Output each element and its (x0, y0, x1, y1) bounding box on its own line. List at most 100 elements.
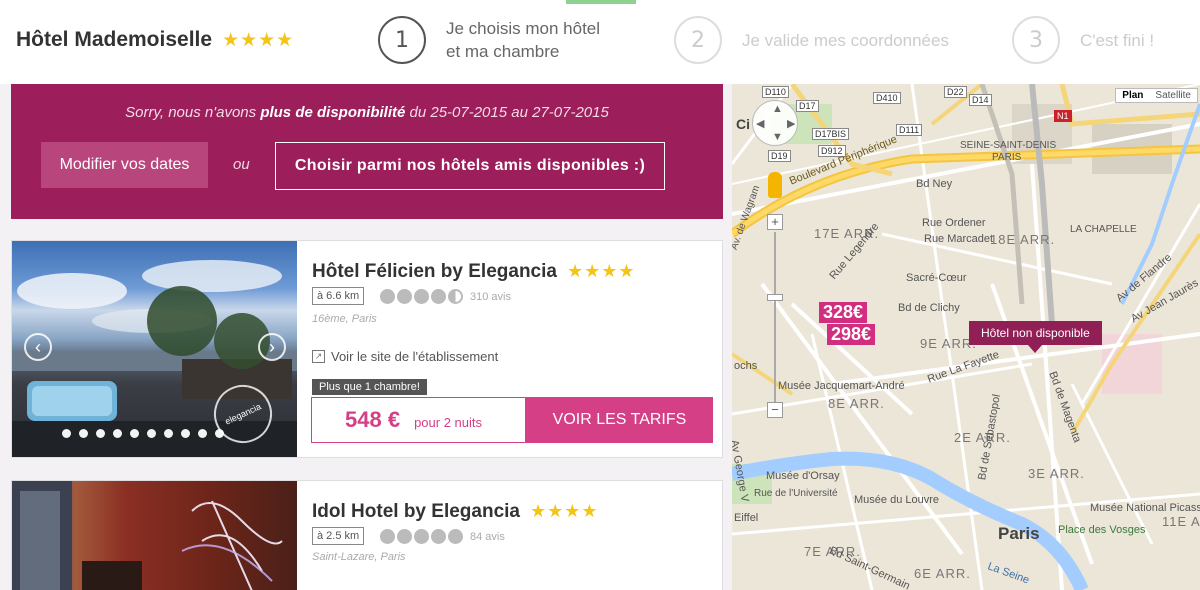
hotel-card-name[interactable]: Idol Hotel by Elegancia (312, 501, 520, 522)
map-label: 18E ARR. (990, 232, 1056, 247)
carousel-dot[interactable] (164, 429, 173, 438)
map-label: Musée du Louvre (854, 494, 939, 506)
carousel-dot[interactable] (62, 429, 71, 438)
carousel-dot[interactable] (130, 429, 139, 438)
rating-bubble (414, 289, 429, 304)
rating-bubble-half (448, 289, 463, 304)
pan-down-icon[interactable]: ▼ (772, 131, 783, 143)
step-2-label: Je valide mes coordonnées (742, 30, 949, 50)
hotel-card: ‹ › elegancia Hôtel Félicien by Eleganci… (11, 240, 723, 458)
hotel-card-name[interactable]: Hôtel Félicien by Elegancia (312, 261, 557, 282)
pin-tail (1028, 345, 1042, 353)
rating-bubble (414, 529, 429, 544)
tripadvisor-rating: 310 avis (380, 289, 511, 304)
hotel-name: Hôtel Mademoiselle (16, 28, 213, 51)
neon-room-photo (12, 481, 283, 590)
rating-bubble (431, 289, 446, 304)
map-label: PARIS (992, 152, 1022, 163)
hotel-location: Saint-Lazare, Paris (312, 551, 406, 563)
review-count[interactable]: 310 avis (470, 291, 511, 303)
map-label: Bd Ney (916, 178, 953, 190)
or-label: ou (233, 156, 250, 173)
carousel-dot[interactable] (181, 429, 190, 438)
modify-dates-button[interactable]: Modifier vos dates (41, 142, 208, 188)
map-label: SEINE-SAINT-DENIS (960, 140, 1057, 151)
step-1-number: 1 (378, 16, 426, 64)
distance-badge: à 6.6 km (312, 287, 365, 305)
road-badge: D14 (969, 94, 992, 106)
map-label: Sacré-Cœur (906, 272, 967, 284)
map-price-pin[interactable]: 328€ (819, 302, 868, 323)
price-box: 548 € pour 2 nuits (311, 397, 526, 443)
road-badge: D22 (944, 86, 967, 98)
step-1-label: Je choisis mon hôtel et ma chambre (446, 17, 646, 63)
prev-photo-button[interactable]: ‹ (24, 333, 52, 361)
carousel-dot[interactable] (198, 429, 207, 438)
carousel-dot[interactable] (113, 429, 122, 438)
active-step-indicator (566, 0, 636, 4)
map-label: ochs (734, 360, 758, 372)
see-rates-button[interactable]: VOIR LES TARIFS (526, 397, 713, 443)
zoom-in-button[interactable]: + (767, 214, 783, 230)
carousel-dots (62, 429, 224, 438)
hotel-location: 16ème, Paris (312, 313, 377, 325)
carousel-dot[interactable] (79, 429, 88, 438)
map-plan-button[interactable]: Plan (1116, 89, 1149, 102)
review-count[interactable]: 84 avis (470, 531, 505, 543)
zoom-thumb[interactable] (767, 294, 783, 301)
zoom-track[interactable] (774, 232, 776, 402)
next-photo-button[interactable]: › (258, 333, 286, 361)
map-label: Rue Ordener (922, 217, 986, 229)
pan-up-icon[interactable]: ▲ (772, 103, 783, 115)
pan-control[interactable]: ▲ ▼ ◀ ▶ (752, 100, 798, 146)
road-badge: N1 (1054, 110, 1072, 122)
unavailable-hotel-pin[interactable]: Hôtel non disponible (969, 321, 1102, 345)
step-3-label: C'est fini ! (1080, 30, 1155, 50)
pan-left-icon[interactable]: ◀ (756, 117, 764, 130)
friend-hotels-button[interactable]: Choisir parmi nos hôtels amis disponible… (275, 142, 665, 190)
pan-right-icon[interactable]: ▶ (787, 117, 795, 130)
hotel-site-link-label: Voir le site de l'établissement (331, 349, 499, 364)
rating-bubble (431, 529, 446, 544)
map-label: Place des Vosges (1058, 524, 1146, 536)
hotel-photo-carousel[interactable] (12, 481, 297, 590)
hotel-site-link[interactable]: ↗ Voir le site de l'établissement (312, 349, 498, 364)
hotel-stars: ★★★★ (222, 30, 295, 51)
unavailability-message: Sorry, nous n'avons plus de disponibilit… (11, 104, 723, 121)
street-view-pegman-icon[interactable] (768, 172, 782, 198)
carousel-dot[interactable] (147, 429, 156, 438)
map-label: 6E ARR. (914, 566, 971, 581)
zoom-out-button[interactable]: − (767, 402, 783, 418)
map-price-pin[interactable]: 298€ (827, 324, 876, 345)
map[interactable]: Plan Satellite ▲ ▼ ◀ ▶ + − D110 D22 D17 … (732, 84, 1200, 590)
message-part: Sorry, nous n'avons (125, 104, 261, 121)
price-nights: pour 2 nuits (414, 414, 482, 430)
rating-bubble (380, 289, 395, 304)
hotel-title: Hôtel Mademoiselle ★★★★ (16, 28, 294, 52)
step-3: 3 C'est fini ! (1012, 16, 1200, 64)
carousel-dot[interactable] (96, 429, 105, 438)
map-label: Musée d'Orsay (766, 470, 840, 482)
step-2-number: 2 (674, 16, 722, 64)
map-label: Ci (736, 116, 750, 132)
map-label: Eiffel (734, 512, 759, 524)
map-label: Rue Marcadet (924, 233, 994, 245)
map-satellite-button[interactable]: Satellite (1149, 89, 1197, 102)
hotel-photo-carousel[interactable]: ‹ › elegancia (12, 241, 297, 457)
hotel-card-title: Idol Hotel by Elegancia ★★★★ (312, 501, 599, 523)
hotel-card-stars: ★★★★ (566, 261, 636, 281)
map-type-toggle: Plan Satellite (1115, 88, 1198, 103)
rating-bubble (448, 529, 463, 544)
rating-bubble (397, 289, 412, 304)
map-label: Musée National Picasso (1090, 502, 1200, 514)
message-bold: plus de disponibilité (260, 104, 406, 121)
step-2: 2 Je valide mes coordonnées (674, 16, 982, 64)
step-1-label-line1: Je choisis mon hôtel (446, 19, 601, 38)
carousel-dot[interactable] (215, 429, 224, 438)
map-label: Rue de l'Université (754, 488, 838, 499)
map-label: 8E ARR. (828, 396, 885, 411)
map-label: 3E ARR. (1028, 466, 1085, 481)
road-badge: D19 (768, 150, 791, 162)
map-label: Musée Jacquemart-André (778, 380, 905, 392)
step-1-label-line2: et ma chambre (446, 42, 560, 61)
